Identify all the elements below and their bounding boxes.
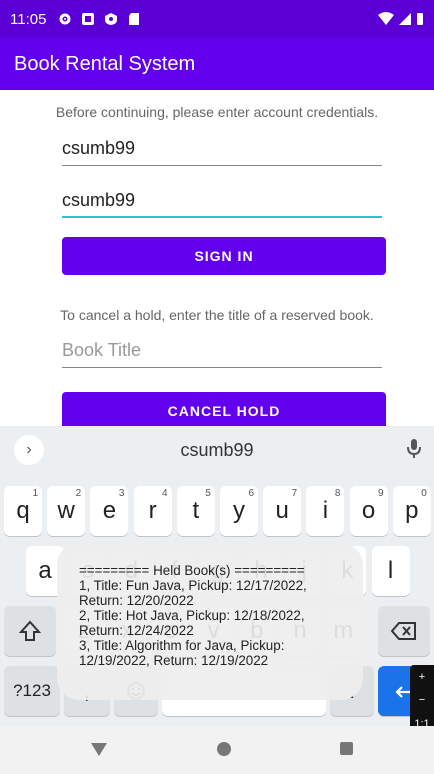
key-label: u xyxy=(275,497,289,524)
key-label: e xyxy=(102,497,117,524)
key-r[interactable]: r4 xyxy=(133,486,172,536)
sign-in-button[interactable]: SIGN IN xyxy=(62,237,386,275)
settings-icon xyxy=(59,13,71,25)
shift-icon xyxy=(19,620,41,641)
key-w[interactable]: w2 xyxy=(47,486,86,536)
symbols-key[interactable]: ?123 xyxy=(4,666,60,716)
key-number-hint: 2 xyxy=(75,488,82,499)
password-value: csumb99 xyxy=(62,190,136,210)
username-field[interactable]: csumb99 xyxy=(62,134,382,166)
play-protect-icon xyxy=(105,13,118,25)
toast-line: 3, Title: Algorithm for Java, Pickup: xyxy=(79,638,285,653)
recent-apps-icon[interactable] xyxy=(340,742,353,755)
book-title-field[interactable]: Book Title xyxy=(62,336,382,368)
key-label: p xyxy=(405,497,419,524)
signal-icon xyxy=(399,13,411,25)
key-number-hint: 7 xyxy=(291,488,298,499)
password-field[interactable]: csumb99 xyxy=(62,186,382,218)
key-number-hint: 1 xyxy=(32,488,38,499)
username-value: csumb99 xyxy=(62,138,136,158)
home-icon[interactable] xyxy=(217,742,231,756)
backspace-icon xyxy=(391,622,416,640)
app-bar: Book Rental System xyxy=(0,38,434,90)
key-number-hint: 4 xyxy=(162,488,168,499)
key-l[interactable]: l xyxy=(371,546,410,596)
key-label: y xyxy=(233,497,245,524)
key-t[interactable]: t5 xyxy=(176,486,215,536)
book-title-placeholder: Book Title xyxy=(62,340,142,360)
status-icons xyxy=(58,12,141,26)
key-number-hint: 9 xyxy=(378,488,384,499)
key-label: w xyxy=(57,497,75,524)
sd-card-icon xyxy=(129,13,140,25)
key-i[interactable]: i8 xyxy=(306,486,345,536)
toast-line: 2, Title: Hot Java, Pickup: 12/18/2022, xyxy=(79,608,305,623)
status-icons-right xyxy=(378,12,424,26)
key-label: t xyxy=(192,497,200,524)
key-label: r xyxy=(148,497,157,524)
key-u[interactable]: u7 xyxy=(263,486,302,536)
microphone-icon[interactable] xyxy=(406,438,422,460)
key-q[interactable]: q1 xyxy=(4,486,42,536)
toast-line: 1, Title: Fun Java, Pickup: 12/17/2022, xyxy=(79,578,307,593)
zoom-out-button[interactable]: − xyxy=(419,694,425,706)
zoom-in-button[interactable]: + xyxy=(419,671,425,683)
key-number-hint: 6 xyxy=(248,488,254,499)
app-title: Book Rental System xyxy=(14,52,196,75)
key-number-hint: 0 xyxy=(421,488,427,499)
key-number-hint: 3 xyxy=(118,488,125,499)
notification-a-icon xyxy=(82,13,95,25)
login-instruction: Before continuing, please enter account … xyxy=(55,104,379,120)
key-p[interactable]: p0 xyxy=(392,486,431,536)
toast-line: ========= Held Book(s) ========= xyxy=(79,563,305,578)
backspace-key[interactable] xyxy=(378,606,430,656)
key-label: i xyxy=(322,497,329,524)
back-icon[interactable] xyxy=(91,743,107,756)
key-number-hint: 8 xyxy=(334,488,341,499)
suggestion-bar: › csumb99 xyxy=(0,426,434,472)
navigation-bar xyxy=(0,726,434,774)
wifi-icon xyxy=(378,12,394,25)
status-time: 11:05 xyxy=(10,10,47,28)
key-label: o xyxy=(361,497,376,524)
suggestion-word[interactable]: csumb99 xyxy=(0,440,434,461)
hold-instruction: To cancel a hold, enter the title of a r… xyxy=(60,307,374,323)
shift-key[interactable] xyxy=(4,606,56,656)
key-label: q xyxy=(16,497,30,524)
cancel-hold-button[interactable]: CANCEL HOLD xyxy=(62,392,386,430)
toast-line: 12/19/2022, Return: 12/19/2022 xyxy=(79,653,269,668)
key-o[interactable]: o9 xyxy=(349,486,388,536)
status-bar: 11:05 xyxy=(0,0,434,38)
key-number-hint: 5 xyxy=(205,488,211,499)
held-books-toast: ========= Held Book(s) ========= 1, Titl… xyxy=(57,543,363,700)
toast-line: Return: 12/20/2022 xyxy=(79,593,194,608)
toast-line: Return: 12/24/2022 xyxy=(79,623,194,638)
battery-icon xyxy=(417,13,423,25)
key-e[interactable]: e3 xyxy=(90,486,129,536)
key-y[interactable]: y6 xyxy=(220,486,258,536)
